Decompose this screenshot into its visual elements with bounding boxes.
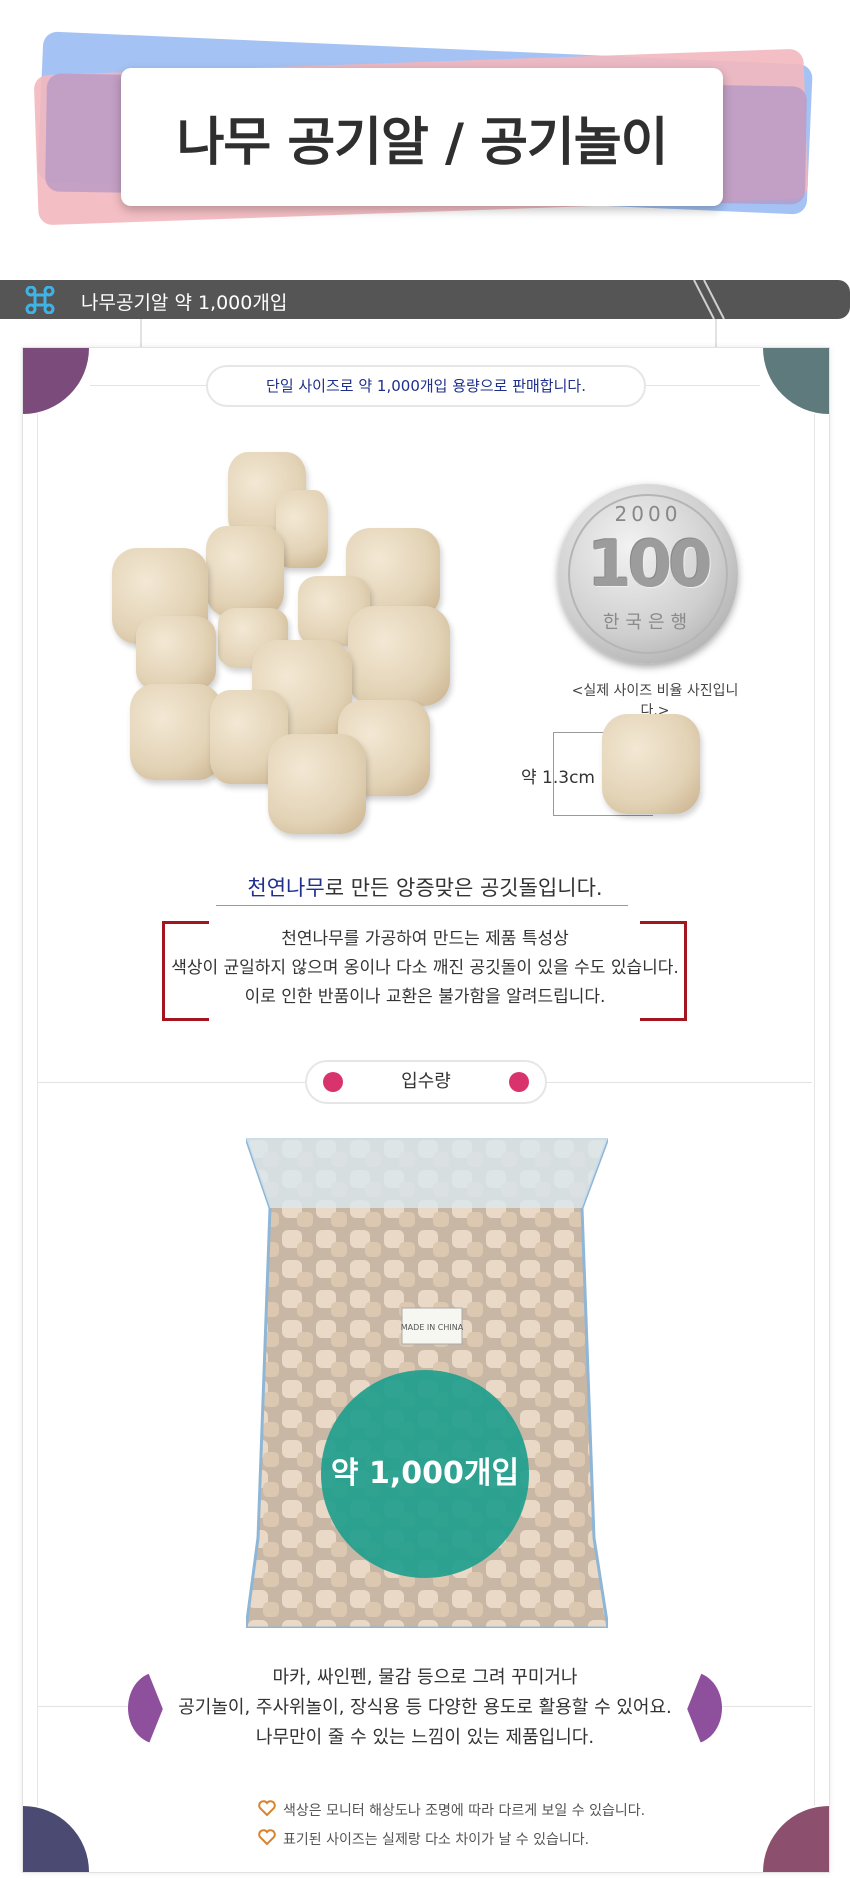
corner-bottom-left bbox=[23, 1806, 89, 1872]
coin-100-won: 2000 100 한국은행 bbox=[558, 484, 738, 664]
material-line: 천연나무로 만든 앙증맞은 공깃돌입니다. bbox=[0, 872, 850, 902]
command-icon bbox=[25, 286, 55, 314]
intro-pill: 단일 사이즈로 약 1,000개입 용량으로 판매합니다. bbox=[206, 365, 646, 407]
slash-decoration bbox=[693, 280, 725, 319]
material-highlight: 천연나무 bbox=[247, 876, 325, 900]
quantity-heading: 입수량 bbox=[401, 1071, 451, 1092]
quantity-badge-text: 약 1,000개입 bbox=[330, 1456, 520, 1491]
quantity-badge: 약 1,000개입 bbox=[321, 1370, 529, 1578]
quantity-pill: 입수량 bbox=[305, 1060, 547, 1104]
section-label: 나무공기알 약 1,000개입 bbox=[81, 292, 288, 314]
size-measure: 약 1.3cm bbox=[521, 768, 595, 788]
page-title: 나무 공기알 / 공기놀이 bbox=[176, 112, 669, 173]
coin-country: 한국은행 bbox=[602, 612, 694, 633]
corner-top-right bbox=[763, 348, 829, 414]
usage-line: 나무만이 줄 수 있는 느낌이 있는 제품입니다. bbox=[255, 1727, 595, 1748]
bag-label-text: MADE IN CHINA bbox=[401, 1323, 464, 1332]
wooden-cube-sample bbox=[602, 714, 700, 814]
wooden-cube bbox=[206, 526, 284, 616]
section-bar: 나무공기알 약 1,000개입 bbox=[0, 280, 850, 319]
inner-border-right bbox=[814, 414, 815, 1806]
bag-top bbox=[246, 1138, 608, 1208]
coin-value: 100 bbox=[587, 528, 713, 602]
wooden-cube bbox=[136, 616, 216, 690]
coin-year: 2000 bbox=[614, 502, 682, 526]
corner-bottom-right bbox=[763, 1806, 829, 1872]
hanger-left bbox=[140, 319, 142, 349]
usage-line: 공기놀이, 주사위놀이, 장식용 등 다양한 용도로 활용할 수 있어요. bbox=[178, 1697, 672, 1718]
wooden-cube bbox=[348, 606, 450, 706]
footnote: 색상은 모니터 해상도나 조명에 따라 다르게 보일 수 있습니다. bbox=[283, 1803, 646, 1819]
sale-note: 단일 사이즈로 약 1,000개입 용량으로 판매합니다. bbox=[266, 377, 586, 395]
wooden-cube bbox=[268, 734, 366, 834]
heart-icon bbox=[258, 1829, 276, 1845]
corner-top-left bbox=[23, 348, 89, 414]
title-card: 나무 공기알 / 공기놀이 bbox=[121, 68, 723, 206]
inner-border-left bbox=[37, 414, 38, 1806]
hanger-right bbox=[715, 319, 717, 349]
heart-icon bbox=[258, 1800, 276, 1816]
material-rest: 로 만든 앙증맞은 공깃돌입니다. bbox=[324, 876, 603, 900]
notice-line: 색상이 균일하지 않으며 옹이나 다소 깨진 공깃돌이 있을 수도 있습니다. bbox=[171, 958, 679, 978]
notice-line: 이로 인한 반품이나 교환은 불가함을 알려드립니다. bbox=[244, 987, 606, 1007]
usage-line: 마카, 싸인펜, 물감 등으로 그려 꾸미거나 bbox=[272, 1667, 578, 1688]
footnote: 표기된 사이즈는 실제랑 다소 차이가 날 수 있습니다. bbox=[283, 1832, 590, 1848]
wooden-cube bbox=[130, 684, 222, 780]
material-underline bbox=[216, 905, 628, 906]
measure-bottom-line bbox=[553, 815, 653, 816]
pink-dot bbox=[509, 1072, 529, 1092]
pink-dot bbox=[323, 1072, 343, 1092]
notice-line: 천연나무를 가공하여 만드는 제품 특성상 bbox=[281, 929, 569, 949]
